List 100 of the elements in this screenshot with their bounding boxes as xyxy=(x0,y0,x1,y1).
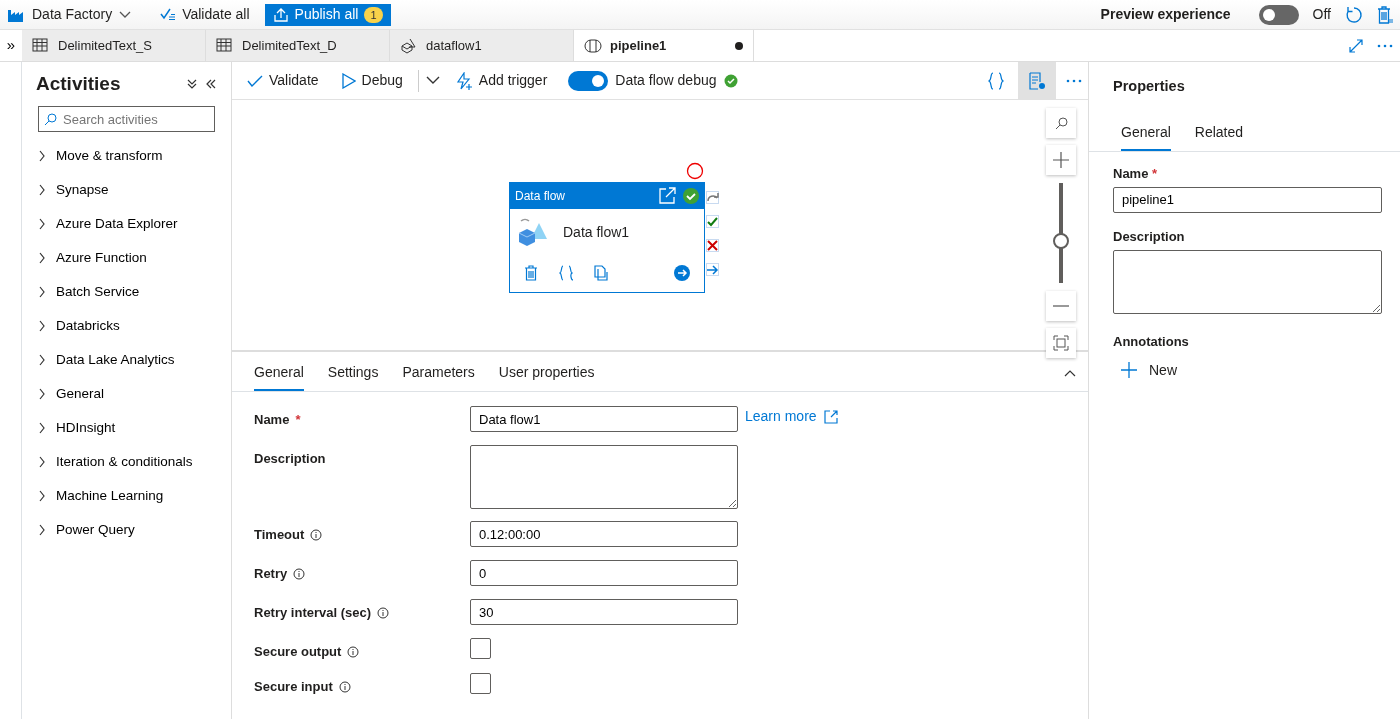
panel-tab[interactable]: General xyxy=(254,356,304,391)
expand-icon[interactable] xyxy=(1349,38,1363,53)
activity-group[interactable]: Move & transform xyxy=(22,139,231,173)
table-icon xyxy=(216,37,234,54)
arrow-circle-icon[interactable] xyxy=(674,265,690,281)
preview-toggle[interactable] xyxy=(1258,4,1299,25)
search-field[interactable]: Search activities xyxy=(38,106,215,132)
activity-node[interactable]: Data flow Data flow1 xyxy=(509,182,705,293)
activity-group[interactable]: Machine Learning xyxy=(22,479,231,513)
document-gear-icon xyxy=(1028,71,1046,90)
more-icon[interactable] xyxy=(1377,43,1393,48)
code-braces-icon[interactable] xyxy=(559,265,573,281)
activity-group[interactable]: Databricks xyxy=(22,309,231,343)
zoom-in-button[interactable] xyxy=(1046,145,1076,175)
activity-group[interactable]: Batch Service xyxy=(22,275,231,309)
description-field[interactable] xyxy=(1113,249,1382,314)
activity-group[interactable]: HDInsight xyxy=(22,411,231,445)
text-field[interactable]: Data flow1 xyxy=(470,406,738,432)
trash-icon[interactable] xyxy=(524,265,538,281)
activity-group[interactable]: Azure Data Explorer xyxy=(22,207,231,241)
name-field[interactable]: pipeline1 xyxy=(1113,186,1382,213)
required-asterisk: * xyxy=(1151,164,1157,183)
activity-group[interactable]: Synapse xyxy=(22,173,231,207)
tab-label: DelimitedText_D xyxy=(242,36,337,55)
field-label: Secure output xyxy=(254,643,342,661)
tab-label: dataflow1 xyxy=(426,36,482,55)
trash-icon[interactable] xyxy=(1377,5,1393,24)
lightning-plus-icon xyxy=(454,71,473,90)
activity-group[interactable]: Data Lake Analytics xyxy=(22,343,231,377)
panel-tab[interactable]: Parameters xyxy=(402,356,475,391)
new-annotation-button[interactable]: New xyxy=(1113,358,1185,383)
document-tab[interactable]: DelimitedText_S xyxy=(22,30,206,61)
dataflow-icon xyxy=(400,37,418,54)
zoom-out-button[interactable] xyxy=(1046,291,1076,321)
toggle-state: Off xyxy=(1312,5,1331,24)
refresh-icon[interactable] xyxy=(1345,5,1363,24)
field-label: Description xyxy=(254,450,326,468)
info-icon[interactable] xyxy=(377,606,390,619)
properties-tab[interactable]: Related xyxy=(1194,115,1244,151)
info-icon[interactable] xyxy=(338,680,351,693)
info-icon[interactable] xyxy=(310,528,323,541)
fit-to-screen-button[interactable] xyxy=(1046,328,1076,358)
activity-group[interactable]: General xyxy=(22,377,231,411)
publish-all-button[interactable]: Publish all 1 xyxy=(264,3,391,26)
activity-group[interactable]: Azure Function xyxy=(22,241,231,275)
annotations-label: Annotations xyxy=(1113,332,1190,351)
copy-icon[interactable] xyxy=(594,265,608,281)
pending-count: 1 xyxy=(364,6,383,23)
properties-toggle-button[interactable] xyxy=(1018,62,1056,99)
panel-tab[interactable]: Settings xyxy=(327,356,379,391)
code-braces-icon[interactable] xyxy=(988,71,1004,90)
add-trigger-button[interactable]: Add trigger xyxy=(446,68,556,93)
error-circle-icon xyxy=(686,162,704,180)
panel-tab[interactable]: User properties xyxy=(498,356,595,391)
field-label: Timeout xyxy=(254,526,305,544)
chevron-down-icon[interactable] xyxy=(119,10,132,19)
properties-tab[interactable]: General xyxy=(1121,115,1171,151)
fit-frame-icon xyxy=(1053,335,1069,351)
open-external-icon[interactable] xyxy=(658,187,676,205)
zoom-search-button[interactable] xyxy=(1046,108,1076,138)
dataflow-cubes-icon xyxy=(517,217,549,247)
collapse-panel-icon[interactable] xyxy=(205,78,217,90)
description-field[interactable] xyxy=(470,445,738,509)
info-icon[interactable] xyxy=(347,645,360,658)
table-icon xyxy=(32,37,50,54)
activity-group[interactable]: Iteration & conditionals xyxy=(22,445,231,479)
checkbox[interactable] xyxy=(470,638,491,659)
text-field[interactable]: 0.12:00:00 xyxy=(470,521,738,547)
completion-arrow-icon[interactable] xyxy=(706,263,719,276)
chevron-up-icon[interactable] xyxy=(1064,369,1076,377)
learn-more-link[interactable]: Learn more xyxy=(745,406,838,427)
debug-button[interactable]: Debug xyxy=(333,68,411,93)
text-field[interactable]: 0 xyxy=(470,560,738,586)
expand-sidebar-button[interactable]: » xyxy=(0,30,22,61)
validate-button[interactable]: Validate xyxy=(239,68,327,93)
validate-list-icon xyxy=(160,7,177,22)
debug-toggle[interactable] xyxy=(568,70,609,91)
search-icon xyxy=(1054,116,1068,130)
failure-x-icon[interactable] xyxy=(706,239,719,252)
validate-all-button[interactable]: Validate all xyxy=(152,2,258,27)
checkbox[interactable] xyxy=(470,673,491,694)
upload-icon xyxy=(272,6,289,23)
collapse-all-icon[interactable] xyxy=(186,78,198,90)
activity-type: Data flow xyxy=(515,188,566,205)
activity-group[interactable]: Power Query xyxy=(22,513,231,547)
tab-label: pipeline1 xyxy=(610,36,667,55)
text-field[interactable]: 30 xyxy=(470,599,738,625)
document-tab[interactable]: dataflow1 xyxy=(390,30,574,61)
chevron-down-icon[interactable] xyxy=(425,76,440,85)
tab-label: DelimitedText_S xyxy=(58,36,152,55)
app-title: Data Factory xyxy=(32,5,113,24)
more-icon[interactable] xyxy=(1066,78,1082,83)
properties-title: Properties xyxy=(1112,77,1186,96)
document-tab[interactable]: pipeline1 xyxy=(574,30,754,61)
field-label: Secure input xyxy=(254,678,333,696)
preview-label: Preview experience xyxy=(1100,5,1231,24)
success-check-icon[interactable] xyxy=(706,215,719,228)
document-tab[interactable]: DelimitedText_D xyxy=(206,30,390,61)
info-icon[interactable] xyxy=(293,567,306,580)
plus-icon xyxy=(1053,152,1069,168)
